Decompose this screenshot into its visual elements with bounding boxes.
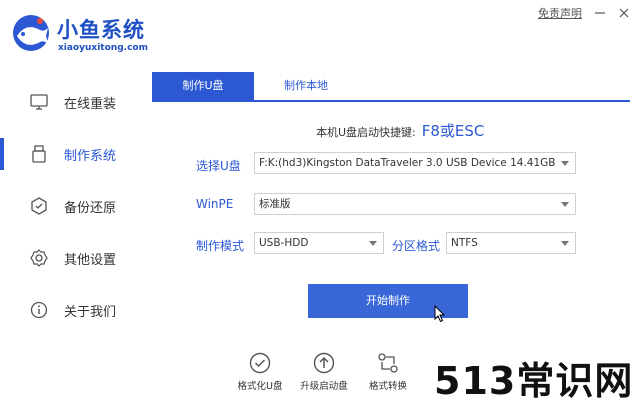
tool-format-convert[interactable]: 格式转换 (358, 352, 418, 392)
partition-label: 分区格式 (392, 239, 441, 253)
tool-label: 格式化U盘 (237, 381, 283, 392)
tool-label: 格式转换 (368, 381, 407, 392)
app-window: 小鱼系统 xiaoyuxitong.com 免责声明 在线重装 制作系统 备份还… (0, 0, 640, 406)
fish-logo-icon (13, 15, 49, 51)
check-circle-icon (249, 352, 271, 374)
upload-circle-icon (313, 352, 335, 374)
sidebar-item-backup-restore[interactable]: 备份还原 (0, 180, 150, 232)
hotkey-value: F8或ESC (421, 122, 485, 140)
sidebar-item-label: 其他设置 (64, 253, 117, 268)
monitor-icon (30, 94, 48, 110)
app-url: xiaoyuxitong.com (58, 43, 148, 53)
sidebar-item-label: 制作系统 (64, 149, 117, 164)
tool-upgrade-boot[interactable]: 升级启动盘 (294, 352, 354, 392)
watermark-text: 513常识网 (434, 359, 634, 403)
sidebar-item-label: 备份还原 (64, 201, 117, 216)
chevron-down-icon (561, 241, 569, 246)
app-logo: 小鱼系统 xiaoyuxitong.com (10, 12, 150, 56)
gear-icon (30, 249, 48, 267)
sidebar-item-label: 在线重装 (64, 97, 117, 112)
mouse-cursor-icon (434, 305, 446, 323)
minimize-button[interactable] (594, 7, 606, 19)
sidebar-item-online-reinstall[interactable]: 在线重装 (0, 76, 150, 128)
disclaimer-link[interactable]: 免责声明 (538, 5, 582, 21)
hotkey-info: 本机U盘启动快捷键: F8或ESC (316, 120, 484, 141)
tool-label: 升级启动盘 (300, 381, 348, 392)
sidebar-item-make-system[interactable]: 制作系统 (0, 128, 150, 180)
winpe-label: WinPE (196, 197, 234, 211)
minimize-icon (595, 12, 605, 14)
usb-icon (32, 145, 46, 163)
tab-bar: 制作U盘 制作本地 (152, 72, 630, 102)
tab-make-usb[interactable]: 制作U盘 (152, 72, 254, 100)
sidebar-item-label: 关于我们 (64, 305, 117, 320)
info-icon (30, 301, 48, 319)
usb-label: 选择U盘 (196, 159, 241, 173)
close-button[interactable] (618, 7, 630, 19)
tab-make-local[interactable]: 制作本地 (254, 72, 358, 100)
convert-icon (378, 353, 398, 373)
sidebar-item-about-us[interactable]: 关于我们 (0, 284, 150, 336)
usb-select[interactable]: F:K:(hd3)Kingston DataTraveler 3.0 USB D… (254, 152, 576, 174)
tool-format-usb[interactable]: 格式化U盘 (230, 352, 290, 392)
mode-select-value: USB-HDD (259, 237, 309, 249)
mode-label: 制作模式 (196, 239, 245, 253)
window-controls: 免责声明 (538, 5, 630, 21)
partition-select-value: NTFS (451, 237, 478, 249)
sidebar: 在线重装 制作系统 备份还原 其他设置 关于我们 (0, 76, 150, 336)
app-name: 小鱼系统 (57, 18, 145, 42)
chevron-down-icon (369, 241, 377, 246)
chevron-down-icon (561, 161, 569, 166)
hotkey-label: 本机U盘启动快捷键: (316, 126, 416, 139)
chevron-down-icon (561, 202, 569, 207)
usb-select-value: F:K:(hd3)Kingston DataTraveler 3.0 USB D… (259, 157, 556, 169)
partition-select[interactable]: NTFS (446, 232, 576, 254)
sidebar-item-other-settings[interactable]: 其他设置 (0, 232, 150, 284)
winpe-select[interactable]: 标准版 (254, 193, 576, 215)
backup-icon (31, 197, 47, 215)
mode-select[interactable]: USB-HDD (254, 232, 384, 254)
winpe-select-value: 标准版 (259, 198, 291, 210)
close-icon (619, 8, 629, 18)
